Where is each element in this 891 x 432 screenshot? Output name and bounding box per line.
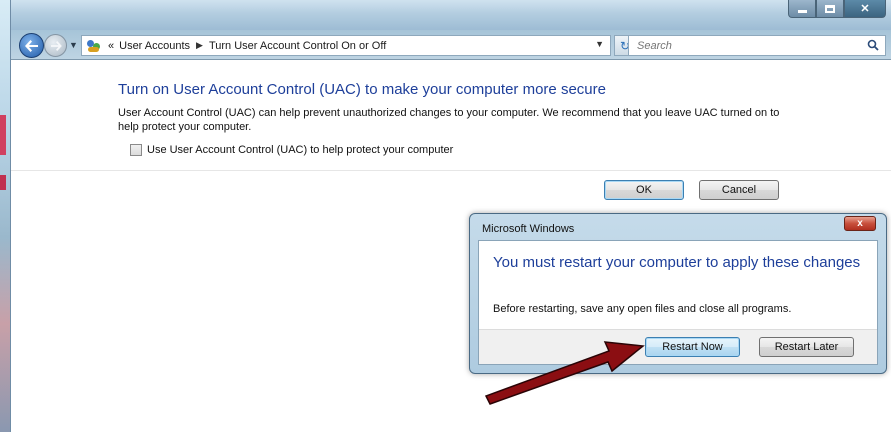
minimize-icon (797, 10, 807, 13)
breadcrumb-separator-icon[interactable]: ▶ (196, 40, 203, 51)
maximize-button[interactable] (816, 0, 844, 18)
back-arrow-icon (24, 39, 38, 52)
title-bar: ✕ (11, 0, 891, 30)
window-controls: ✕ (788, 0, 886, 18)
user-accounts-icon (86, 39, 102, 53)
breadcrumb-overflow[interactable]: « (108, 40, 114, 52)
dialog-footer: Restart Now Restart Later (479, 329, 877, 364)
uac-checkbox[interactable] (130, 144, 142, 156)
dialog-message: You must restart your computer to apply … (493, 254, 861, 271)
chevron-down-icon: ▼ (69, 40, 78, 50)
address-bar: ▼ « User Accounts ▶ Turn User Account Co… (11, 30, 891, 60)
uac-option[interactable]: Use User Account Control (UAC) to help p… (130, 144, 453, 156)
breadcrumb-user-accounts[interactable]: User Accounts (119, 40, 190, 52)
recent-pages-dropdown[interactable]: ▼ (69, 40, 78, 50)
address-dropdown-icon[interactable]: ▼ (595, 39, 604, 49)
restart-later-button[interactable]: Restart Later (759, 337, 854, 357)
forward-button[interactable] (44, 34, 67, 57)
close-icon: x (857, 218, 863, 229)
restart-dialog: Microsoft Windows x You must restart you… (469, 213, 887, 374)
page-description: User Account Control (UAC) can help prev… (118, 107, 780, 133)
page-heading: Turn on User Account Control (UAC) to ma… (118, 81, 606, 98)
forward-arrow-icon (50, 40, 62, 51)
minimize-button[interactable] (788, 0, 816, 18)
restart-now-button[interactable]: Restart Now (645, 337, 740, 357)
cancel-button[interactable]: Cancel (699, 180, 779, 200)
ok-button[interactable]: OK (604, 180, 684, 200)
breadcrumb[interactable]: « User Accounts ▶ Turn User Account Cont… (81, 35, 611, 56)
search-input[interactable] (637, 36, 857, 56)
search-icon[interactable] (867, 39, 879, 51)
divider (11, 170, 891, 171)
uac-checkbox-label[interactable]: Use User Account Control (UAC) to help p… (147, 144, 453, 156)
close-icon: ✕ (860, 3, 870, 15)
dialog-title: Microsoft Windows (482, 223, 575, 235)
dialog-body: You must restart your computer to apply … (478, 240, 878, 365)
back-button[interactable] (19, 33, 44, 58)
search-box (628, 35, 886, 56)
dialog-detail: Before restarting, save any open files a… (493, 303, 792, 315)
close-window-button[interactable]: ✕ (844, 0, 886, 18)
background-sliver (0, 115, 6, 155)
background-sliver (0, 175, 6, 190)
breadcrumb-current-page[interactable]: Turn User Account Control On or Off (209, 40, 386, 52)
maximize-icon (825, 4, 835, 13)
window-edge (0, 0, 10, 432)
dialog-close-button[interactable]: x (844, 216, 876, 231)
